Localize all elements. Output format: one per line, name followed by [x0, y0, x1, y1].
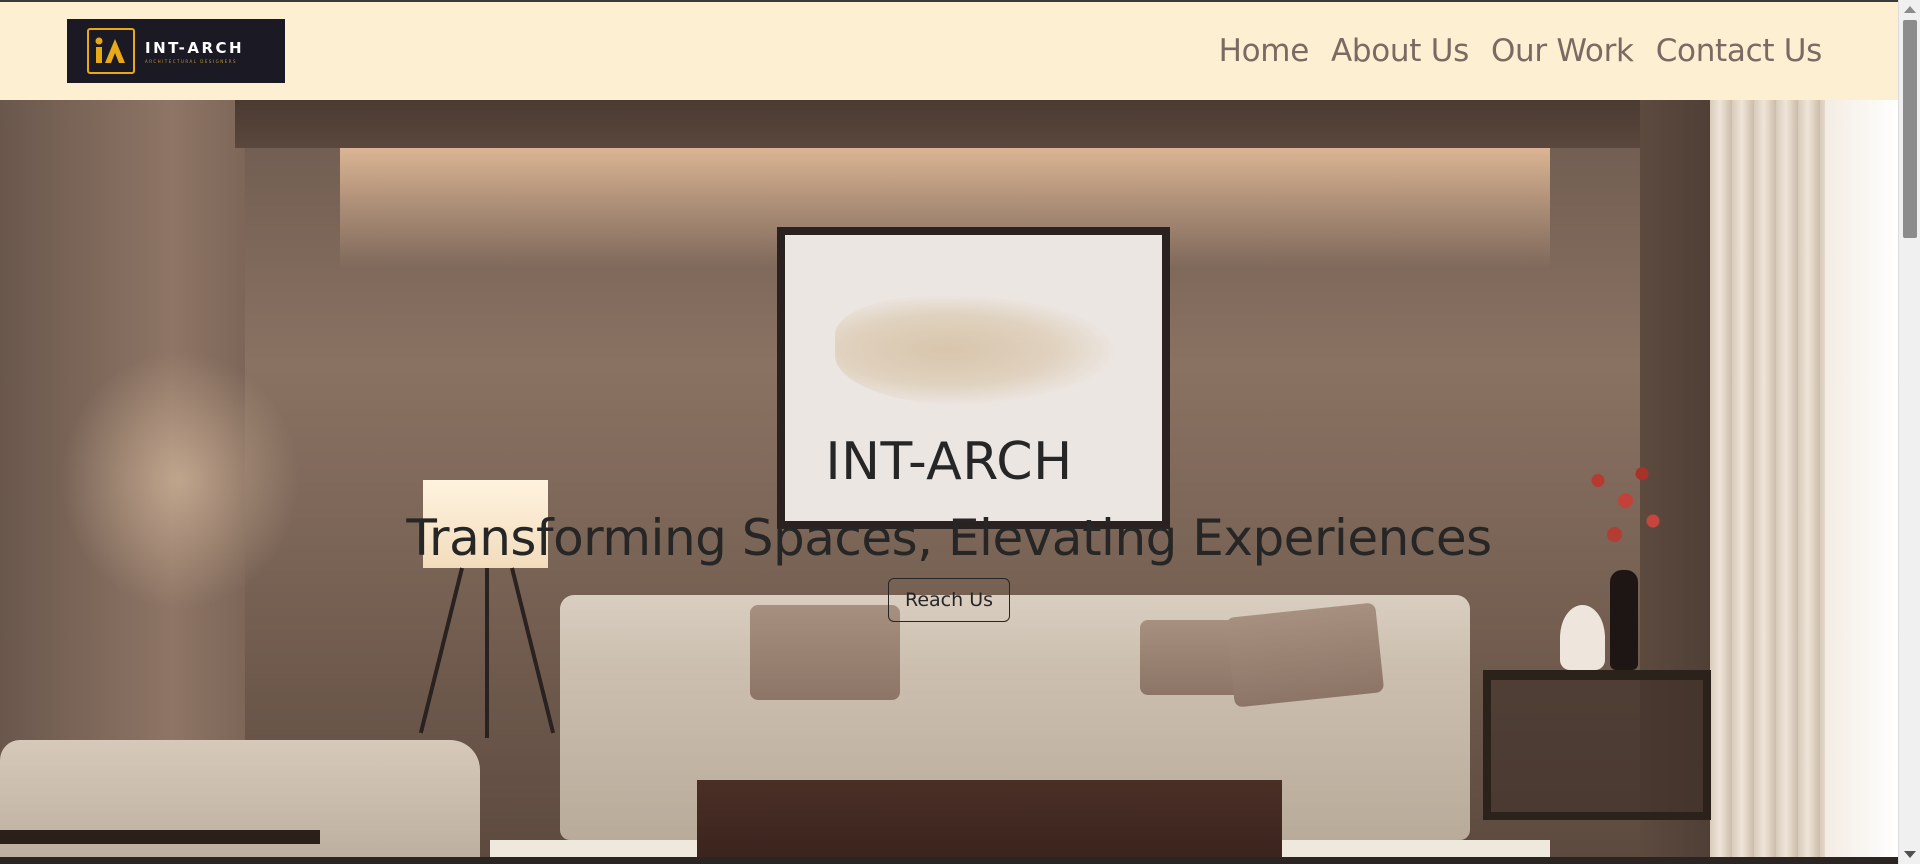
nav-links: Home About Us Our Work Contact Us [1219, 33, 1823, 69]
site-logo[interactable]: INT-ARCH ARCHITECTURAL DESIGNERS [67, 19, 285, 83]
logo-text: INT-ARCH ARCHITECTURAL DESIGNERS [145, 39, 244, 64]
reach-us-button[interactable]: Reach Us [887, 578, 1010, 622]
nav-link-our-work[interactable]: Our Work [1491, 33, 1634, 69]
logo-name: INT-ARCH [145, 38, 245, 57]
nav-link-home[interactable]: Home [1219, 33, 1310, 69]
nav-link-about-us[interactable]: About Us [1331, 33, 1469, 69]
page-bottom-edge [0, 857, 1898, 864]
int-arch-logo-icon [87, 28, 135, 74]
nav-link-contact-us[interactable]: Contact Us [1656, 33, 1823, 69]
triangle-down-icon[interactable] [1904, 851, 1916, 858]
hero-title: INT-ARCH [825, 432, 1073, 492]
ceiling-beam [235, 100, 1650, 148]
armchair-arm [0, 830, 320, 844]
logo-tagline: ARCHITECTURAL DESIGNERS [145, 58, 238, 64]
scrollbar-thumb[interactable] [1903, 20, 1917, 238]
hero-subtitle: Transforming Spaces, Elevating Experienc… [406, 509, 1492, 567]
navbar: INT-ARCH ARCHITECTURAL DESIGNERS Home Ab… [0, 2, 1898, 100]
triangle-up-icon[interactable] [1904, 6, 1916, 13]
hero-section: INT-ARCH Transforming Spaces, Elevating … [0, 100, 1898, 857]
side-table [1483, 670, 1711, 820]
coffee-table [697, 780, 1282, 857]
artwork-brushstroke [835, 295, 1115, 405]
hero-content: INT-ARCH Transforming Spaces, Elevating … [0, 430, 1898, 622]
vertical-scrollbar[interactable] [1898, 0, 1920, 864]
